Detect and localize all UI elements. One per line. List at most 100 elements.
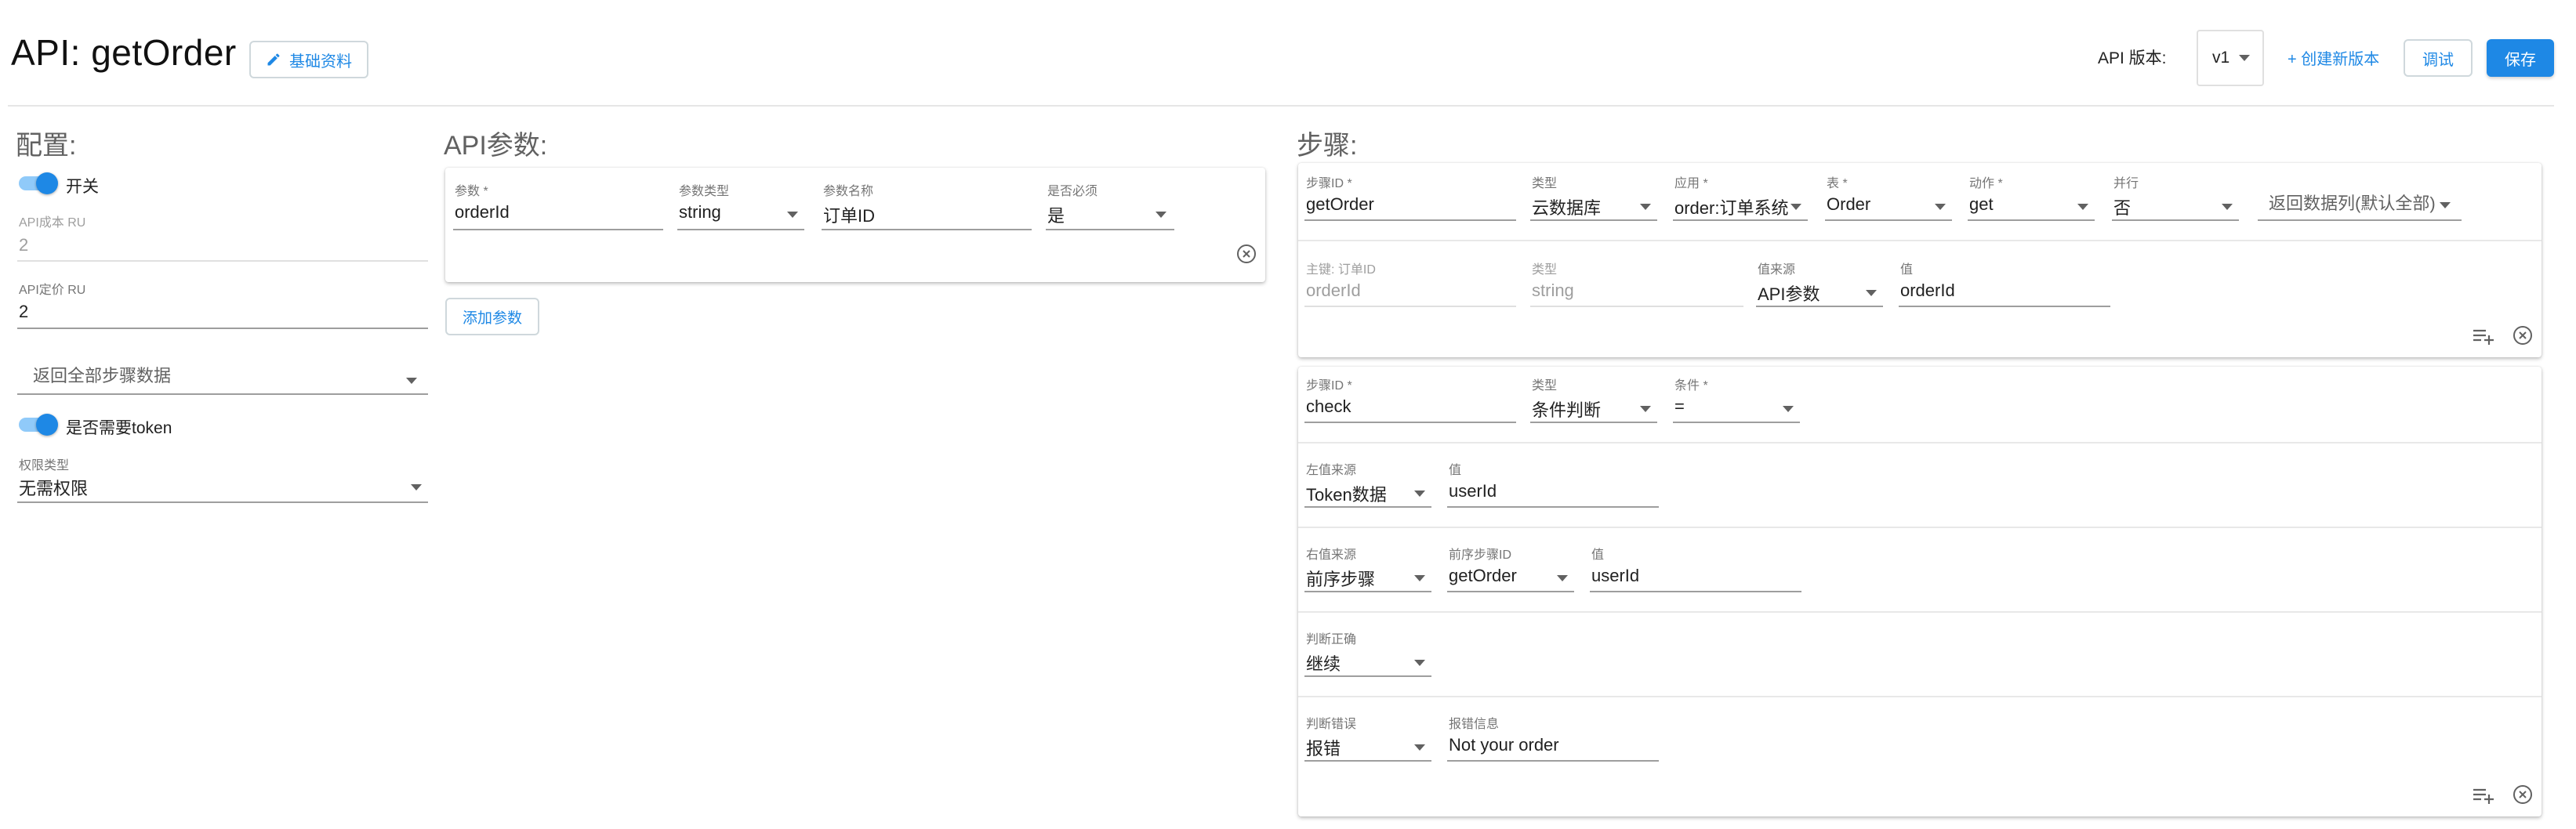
- create-version-button[interactable]: + 创建新版本: [2288, 45, 2379, 69]
- param-card: 参数 orderId 参数类型 string 参数名称 订单ID 是否必须 是: [445, 168, 1265, 282]
- add-param-button[interactable]: 添加参数: [445, 298, 539, 335]
- error-message-label: 报错信息: [1449, 718, 1500, 731]
- step-app-select[interactable]: order:订单系统: [1674, 194, 1788, 219]
- chevron-down-icon: [411, 484, 422, 491]
- step-table-label: 表: [1827, 172, 1848, 191]
- pk-underline: [1304, 306, 1516, 307]
- param-required-underline: [1046, 229, 1174, 230]
- step2-id-input[interactable]: check: [1306, 396, 1351, 417]
- chevron-down-icon: [1783, 406, 1794, 412]
- page-title: API: getOrder: [11, 32, 237, 73]
- condition-select[interactable]: =: [1674, 396, 1685, 417]
- remove-param-icon[interactable]: [1235, 243, 1257, 265]
- remove-step-icon[interactable]: [2512, 324, 2534, 346]
- step-action-label: 动作: [1969, 172, 2003, 191]
- condition-label: 条件: [1674, 375, 1708, 393]
- return-columns-select[interactable]: 返回数据列(默认全部): [2269, 190, 2436, 215]
- on-false-select[interactable]: 报错: [1306, 735, 1341, 760]
- right-source-select[interactable]: 前序步骤: [1306, 566, 1375, 591]
- return-data-select[interactable]: 返回全部步骤数据: [17, 359, 428, 393]
- add-row-icon[interactable]: [2471, 324, 2496, 346]
- chevron-down-icon: [1640, 406, 1651, 412]
- step-row-divider: [1298, 611, 2542, 613]
- condition-underline: [1673, 422, 1800, 423]
- step-parallel-underline: [2112, 219, 2239, 221]
- param-required-select[interactable]: 是: [1047, 202, 1065, 227]
- step-type-label: 类型: [1532, 177, 1558, 190]
- right-value-label: 值: [1591, 548, 1605, 562]
- left-source-label: 左值来源: [1306, 464, 1357, 477]
- left-source-select[interactable]: Token数据: [1306, 481, 1387, 506]
- value-input[interactable]: orderId: [1900, 281, 1955, 301]
- step2-id-label: 步骤ID: [1306, 375, 1352, 393]
- header-divider: [8, 105, 2554, 107]
- param-type-label: 参数类型: [679, 185, 730, 198]
- param-type-select[interactable]: string: [679, 202, 721, 223]
- permission-label: 权限类型: [19, 459, 70, 472]
- chevron-down-icon: [1414, 491, 1425, 497]
- chevron-down-icon: [1557, 575, 1568, 581]
- step-table-select[interactable]: Order: [1827, 194, 1870, 215]
- enable-toggle[interactable]: [17, 172, 58, 194]
- right-value-input[interactable]: userId: [1591, 566, 1639, 586]
- price-underline: [17, 328, 428, 329]
- token-toggle[interactable]: [17, 414, 58, 436]
- step-type-select[interactable]: 云数据库: [1532, 194, 1601, 219]
- step-action-select[interactable]: get: [1969, 194, 1994, 215]
- step2-type-select[interactable]: 条件判断: [1532, 396, 1601, 422]
- value-source-select[interactable]: API参数: [1758, 281, 1820, 306]
- price-label: API定价 RU: [19, 284, 86, 297]
- prev-step-label: 前序步骤ID: [1449, 548, 1512, 562]
- save-button[interactable]: 保存: [2487, 39, 2554, 77]
- param-key-label: 参数: [455, 180, 488, 199]
- chevron-down-icon: [1156, 212, 1166, 218]
- left-source-underline: [1304, 506, 1431, 508]
- chevron-down-icon: [2239, 55, 2251, 61]
- step-id-underline: [1304, 219, 1516, 221]
- permission-select[interactable]: 无需权限: [17, 473, 428, 501]
- error-message-underline: [1447, 760, 1659, 762]
- version-label: API 版本:: [2098, 49, 2167, 67]
- left-value-input[interactable]: userId: [1449, 481, 1497, 501]
- add-row-icon[interactable]: [2471, 784, 2496, 805]
- step-id-input[interactable]: getOrder: [1306, 194, 1374, 215]
- step-id-label: 步骤ID: [1306, 172, 1352, 191]
- cost-underline: [17, 260, 428, 262]
- edit-icon: [266, 52, 281, 67]
- param-name-underline: [822, 229, 1032, 230]
- version-value: v1: [2212, 49, 2230, 67]
- remove-step-icon[interactable]: [2512, 784, 2534, 805]
- steps-title: 步骤:: [1297, 131, 1358, 161]
- return-columns-underline: [2258, 219, 2462, 221]
- enable-label: 开关: [66, 178, 99, 196]
- cost-value: 2: [19, 235, 29, 255]
- chevron-down-icon: [1414, 575, 1425, 581]
- permission-underline: [17, 501, 428, 503]
- step-action-underline: [1968, 219, 2095, 221]
- chevron-down-icon: [1640, 204, 1651, 210]
- pk-type-underline: [1530, 306, 1743, 307]
- price-input[interactable]: 2: [19, 302, 28, 322]
- step2-type-underline: [1530, 422, 1657, 423]
- prev-step-select[interactable]: getOrder: [1449, 566, 1517, 586]
- step-parallel-select[interactable]: 否: [2113, 194, 2131, 219]
- left-value-underline: [1447, 506, 1659, 508]
- pk-type-label: 类型: [1532, 263, 1558, 277]
- basic-info-button[interactable]: 基础资料: [249, 41, 368, 78]
- step-card-getorder: 步骤ID getOrder 类型 云数据库 应用 order:订单系统 表 Or…: [1298, 163, 2542, 357]
- param-key-input[interactable]: orderId: [455, 202, 510, 223]
- param-name-input[interactable]: 订单ID: [823, 202, 875, 227]
- step2-type-label: 类型: [1532, 379, 1558, 393]
- pk-label: 主键: 订单ID: [1306, 263, 1376, 277]
- on-true-select[interactable]: 继续: [1306, 650, 1341, 675]
- version-select[interactable]: v1: [2197, 30, 2264, 86]
- on-true-label: 判断正确: [1306, 633, 1357, 646]
- value-source-label: 值来源: [1758, 263, 1796, 277]
- on-true-underline: [1304, 675, 1431, 677]
- debug-button[interactable]: 调试: [2404, 39, 2473, 77]
- error-message-input[interactable]: Not your order: [1449, 735, 1559, 755]
- right-source-underline: [1304, 591, 1431, 592]
- prev-step-underline: [1447, 591, 1574, 592]
- value-underline: [1899, 306, 2110, 307]
- chevron-down-icon: [1866, 290, 1877, 296]
